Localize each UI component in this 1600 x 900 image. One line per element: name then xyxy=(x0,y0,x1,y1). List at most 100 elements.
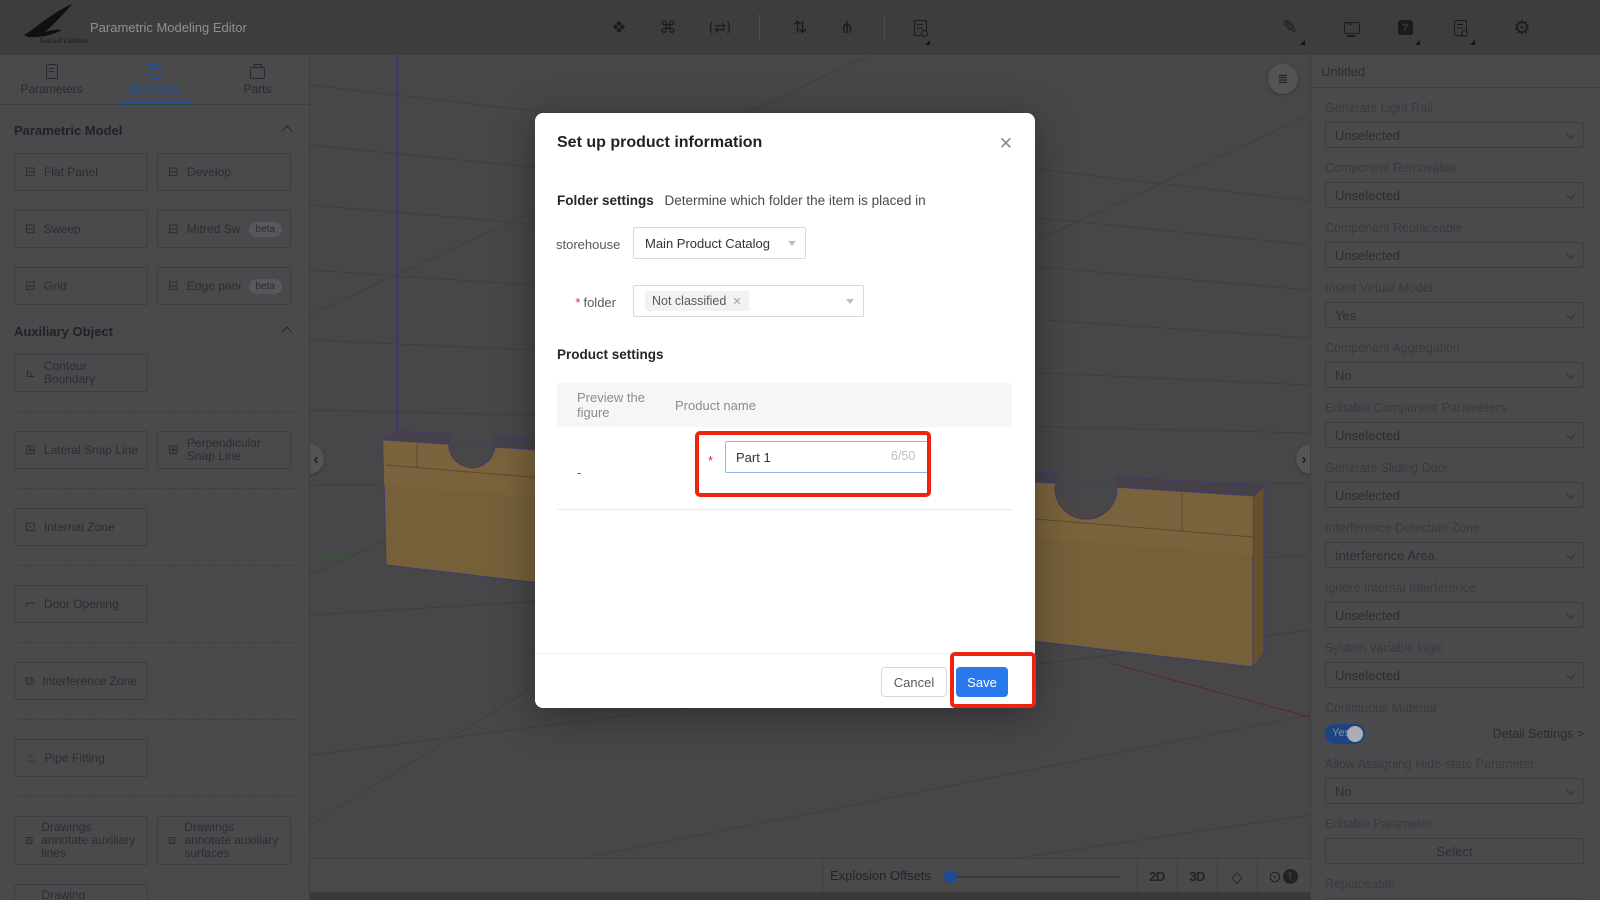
remove-tag-icon[interactable]: ✕ xyxy=(732,295,741,308)
aux-button-door-opening[interactable]: ⌐ Door Opening xyxy=(14,585,148,623)
dashed-divider xyxy=(14,796,295,797)
select-editable-component-parameters[interactable]: Unselected xyxy=(1325,422,1584,448)
select-component-replaceable[interactable]: Unselected xyxy=(1325,242,1584,268)
button-label: Edge panel xyxy=(186,279,241,293)
aux-button-lateral-snap-line[interactable]: ⊞ Lateral Snap Line xyxy=(14,431,148,469)
folder-label: * folder xyxy=(556,295,616,310)
chevron-down-icon xyxy=(1565,129,1576,140)
field-label: Insert Virtual Model xyxy=(1325,281,1433,295)
swap-parameters-icon[interactable]: (⇄) xyxy=(702,0,738,55)
editable-parameter-select-button[interactable]: Select xyxy=(1325,838,1584,864)
element-button-sweep[interactable]: ⊟ Sweep xyxy=(14,210,148,248)
select-interference-detection-zone[interactable]: Interference Area xyxy=(1325,542,1584,568)
product-settings-heading: Product settings xyxy=(557,347,664,362)
save-button[interactable]: Save xyxy=(956,667,1008,697)
info-icon[interactable]: ! xyxy=(1275,859,1305,894)
aux-button-pipe-fitting[interactable]: ♨ Pipe Fitting xyxy=(14,739,148,777)
aux-button-drawings-annotate-lines[interactable]: ⧈ Drawings annotate auxiliary lines xyxy=(14,816,148,865)
folder-select[interactable]: Not classified ✕ xyxy=(633,285,864,317)
aux-button-perpendicular-snap-line[interactable]: ⊞ Perpendicular Snap Line xyxy=(157,431,291,469)
select-component-removable[interactable]: Unselected xyxy=(1325,182,1584,208)
select-component-aggregation[interactable]: No xyxy=(1325,362,1584,388)
collapse-chevron-icon xyxy=(281,325,293,338)
bottombar-separator xyxy=(1177,859,1178,894)
panel-icon: ⊟ xyxy=(25,221,36,237)
button-label: Lateral Snap Line xyxy=(43,443,138,457)
dropdown-indicator xyxy=(1470,40,1475,45)
toolbar-separator xyxy=(759,14,760,41)
view-3d-button[interactable]: 3D xyxy=(1182,859,1212,894)
aux-button-interference-zone[interactable]: ⧉ Interference Zone xyxy=(14,662,148,700)
document-template-icon[interactable] xyxy=(902,0,938,55)
select-system-variable-logic[interactable]: Unselected xyxy=(1325,662,1584,688)
parts-icon xyxy=(250,63,265,79)
button-label: Flat Panel xyxy=(43,165,98,179)
settings-gear-icon[interactable]: ⚙ xyxy=(1504,0,1540,55)
bottombar-separator xyxy=(822,859,823,894)
select-ignore-internal-interference[interactable]: Unselected xyxy=(1325,602,1584,628)
aux-button-contour-boundary[interactable]: ⊾ Contour Boundary xyxy=(14,354,148,392)
document-icon[interactable] xyxy=(1442,0,1478,55)
field-label: Component Aggregation xyxy=(1325,341,1460,355)
app-title: Parametric Modeling Editor xyxy=(90,20,247,35)
select-value: Interference Area xyxy=(1335,547,1435,563)
storehouse-select[interactable]: Main Product Catalog xyxy=(633,227,806,259)
logo-text: SeaGull Cabinets xyxy=(39,37,89,45)
detail-settings-link[interactable]: Detail Settings > xyxy=(1493,727,1584,741)
continuous-material-toggle[interactable]: Yes xyxy=(1325,724,1365,744)
element-button-edge-panel[interactable]: ⊟ Edge panel beta xyxy=(157,267,291,305)
element-button-develop[interactable]: ⊟ Develop xyxy=(157,153,291,191)
left-sidebar: Parameters Elements Parts Parametric Mod… xyxy=(0,55,310,900)
share-nodes-icon[interactable]: ⋔ xyxy=(829,0,865,55)
element-button-flat-panel[interactable]: ⊟ Flat Panel xyxy=(14,153,148,191)
chevron-down-icon xyxy=(1565,785,1576,796)
select-allow-hide-state-parameter[interactable]: No xyxy=(1325,778,1584,804)
aux-button-drawings-annotate-surfaces[interactable]: ⧈ Drawings annotate auxiliary surfaces xyxy=(157,816,291,865)
select-value: Unselected xyxy=(1335,487,1401,503)
bottombar-separator xyxy=(1137,859,1138,894)
folder-settings-title: Folder settings xyxy=(557,193,654,208)
tab-parameters[interactable]: Parameters xyxy=(0,55,103,104)
binding-icon[interactable]: ⇅ xyxy=(782,0,818,55)
view-2d-button[interactable]: 2D xyxy=(1142,859,1172,894)
section-title: Auxiliary Object xyxy=(14,324,113,339)
explosion-offsets-slider[interactable] xyxy=(944,876,1120,878)
toggle-knob xyxy=(1347,726,1363,742)
section-auxiliary-object[interactable]: Auxiliary Object xyxy=(14,324,295,339)
button-label: Interference Zone xyxy=(42,674,138,688)
app-logo[interactable]: SeaGull Cabinets xyxy=(20,2,90,52)
select-value: Unselected xyxy=(1335,607,1401,623)
element-button-mitred-sweep[interactable]: ⊟ Mitred Sweep beta xyxy=(157,210,291,248)
select-insert-virtual-model[interactable]: Yes xyxy=(1325,302,1584,328)
tab-elements[interactable]: Elements xyxy=(103,55,206,104)
chevron-down-icon xyxy=(1565,429,1576,440)
tab-parts[interactable]: Parts xyxy=(206,55,309,104)
dashed-divider xyxy=(14,565,295,566)
edit-pencil-icon[interactable]: ✎ xyxy=(1272,0,1308,55)
toolbar-separator xyxy=(884,14,885,41)
cube-view-icon[interactable]: ◇ xyxy=(1222,859,1252,894)
help-icon[interactable]: ? xyxy=(1387,0,1423,55)
close-icon[interactable]: ✕ xyxy=(999,135,1013,152)
select-generate-sliding-door[interactable]: Unselected xyxy=(1325,482,1584,508)
select-value: No xyxy=(1335,783,1352,799)
layer-list-button[interactable]: ≣ xyxy=(1268,64,1298,94)
element-button-grid[interactable]: ⊟ Grid xyxy=(14,267,148,305)
model-library-icon[interactable]: ❖ xyxy=(601,0,637,55)
field-label: Interference Detection Zone xyxy=(1325,521,1480,535)
group-icon[interactable]: ⌘ xyxy=(650,0,686,55)
field-label: Editable Component Parameters xyxy=(1325,401,1507,415)
select-generate-light-rail[interactable]: Unselected xyxy=(1325,122,1584,148)
cancel-button[interactable]: Cancel xyxy=(881,667,947,697)
monitor-icon[interactable] xyxy=(1334,0,1370,55)
tab-label: Elements xyxy=(129,81,180,96)
aux-button-internal-zone[interactable]: ⊡ Internal Zone xyxy=(14,508,148,546)
dropdown-indicator xyxy=(1415,40,1420,45)
slider-thumb[interactable] xyxy=(944,870,957,883)
caret-down-icon xyxy=(846,299,854,304)
col-preview-figure: Preview the figure xyxy=(577,390,645,420)
section-parametric-model[interactable]: Parametric Model xyxy=(14,123,295,138)
tab-label: Parts xyxy=(243,81,272,96)
aux-button-drawing-annotation-solids[interactable]: ⧈ Drawing annotation auxiliary solids xyxy=(14,884,148,900)
parameters-icon xyxy=(45,63,58,79)
